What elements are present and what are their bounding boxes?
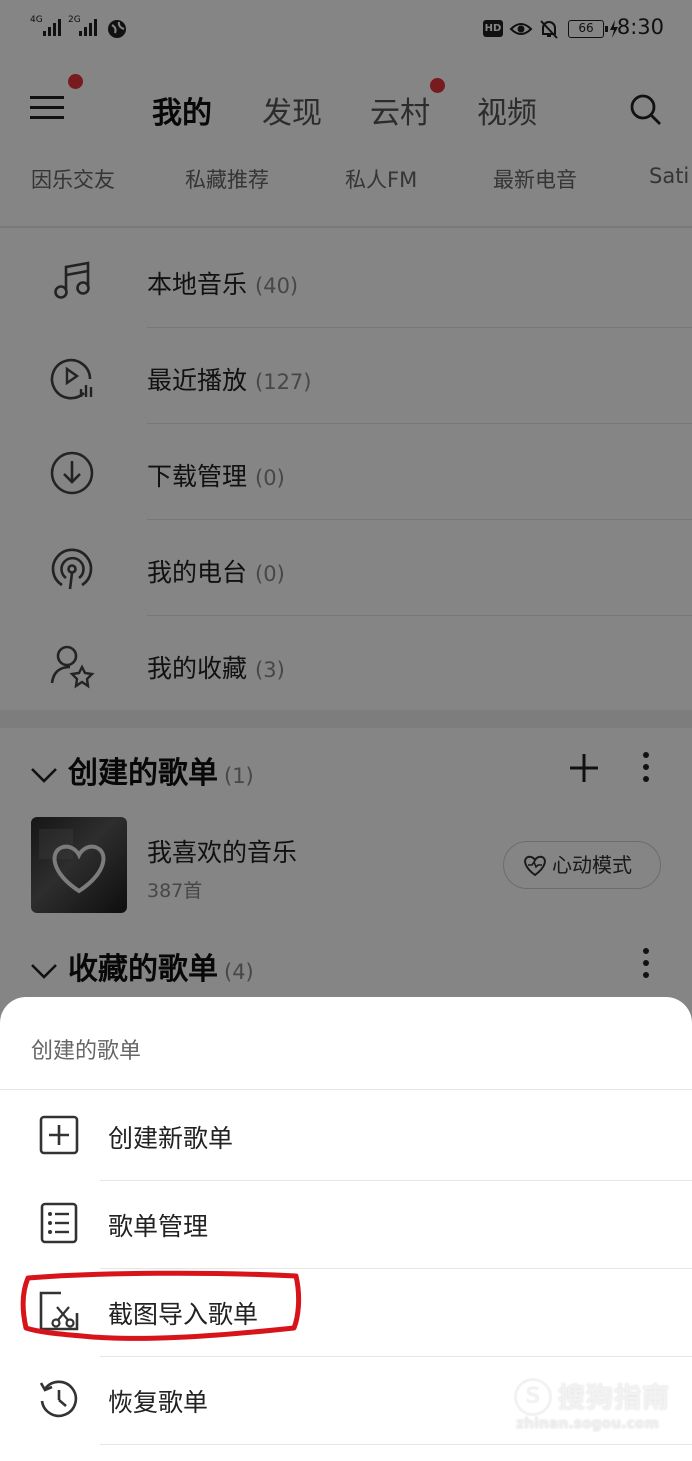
- menu-item-label: 歌单管理: [108, 1212, 209, 1241]
- watermark-text: 搜狗指南: [558, 1383, 670, 1414]
- menu-item-label: 恢复歌单: [108, 1388, 209, 1417]
- watermark: S 搜狗指南 zhinan.sogou.com: [512, 1376, 677, 1438]
- menu-item-create-playlist[interactable]: 创建新歌单: [0, 1093, 692, 1181]
- menu-item-label: 创建新歌单: [108, 1124, 234, 1153]
- highlight-annotation: [20, 1270, 302, 1341]
- list-icon: [40, 1202, 78, 1244]
- watermark-url: zhinan.sogou.com: [516, 1416, 659, 1432]
- watermark-logo: S: [514, 1378, 552, 1416]
- plus-square-icon: [39, 1115, 79, 1155]
- sheet-title: 创建的歌单: [31, 1039, 142, 1064]
- menu-item-manage-playlists[interactable]: 歌单管理: [0, 1181, 692, 1269]
- history-icon: [39, 1380, 78, 1418]
- divider: [0, 1089, 692, 1090]
